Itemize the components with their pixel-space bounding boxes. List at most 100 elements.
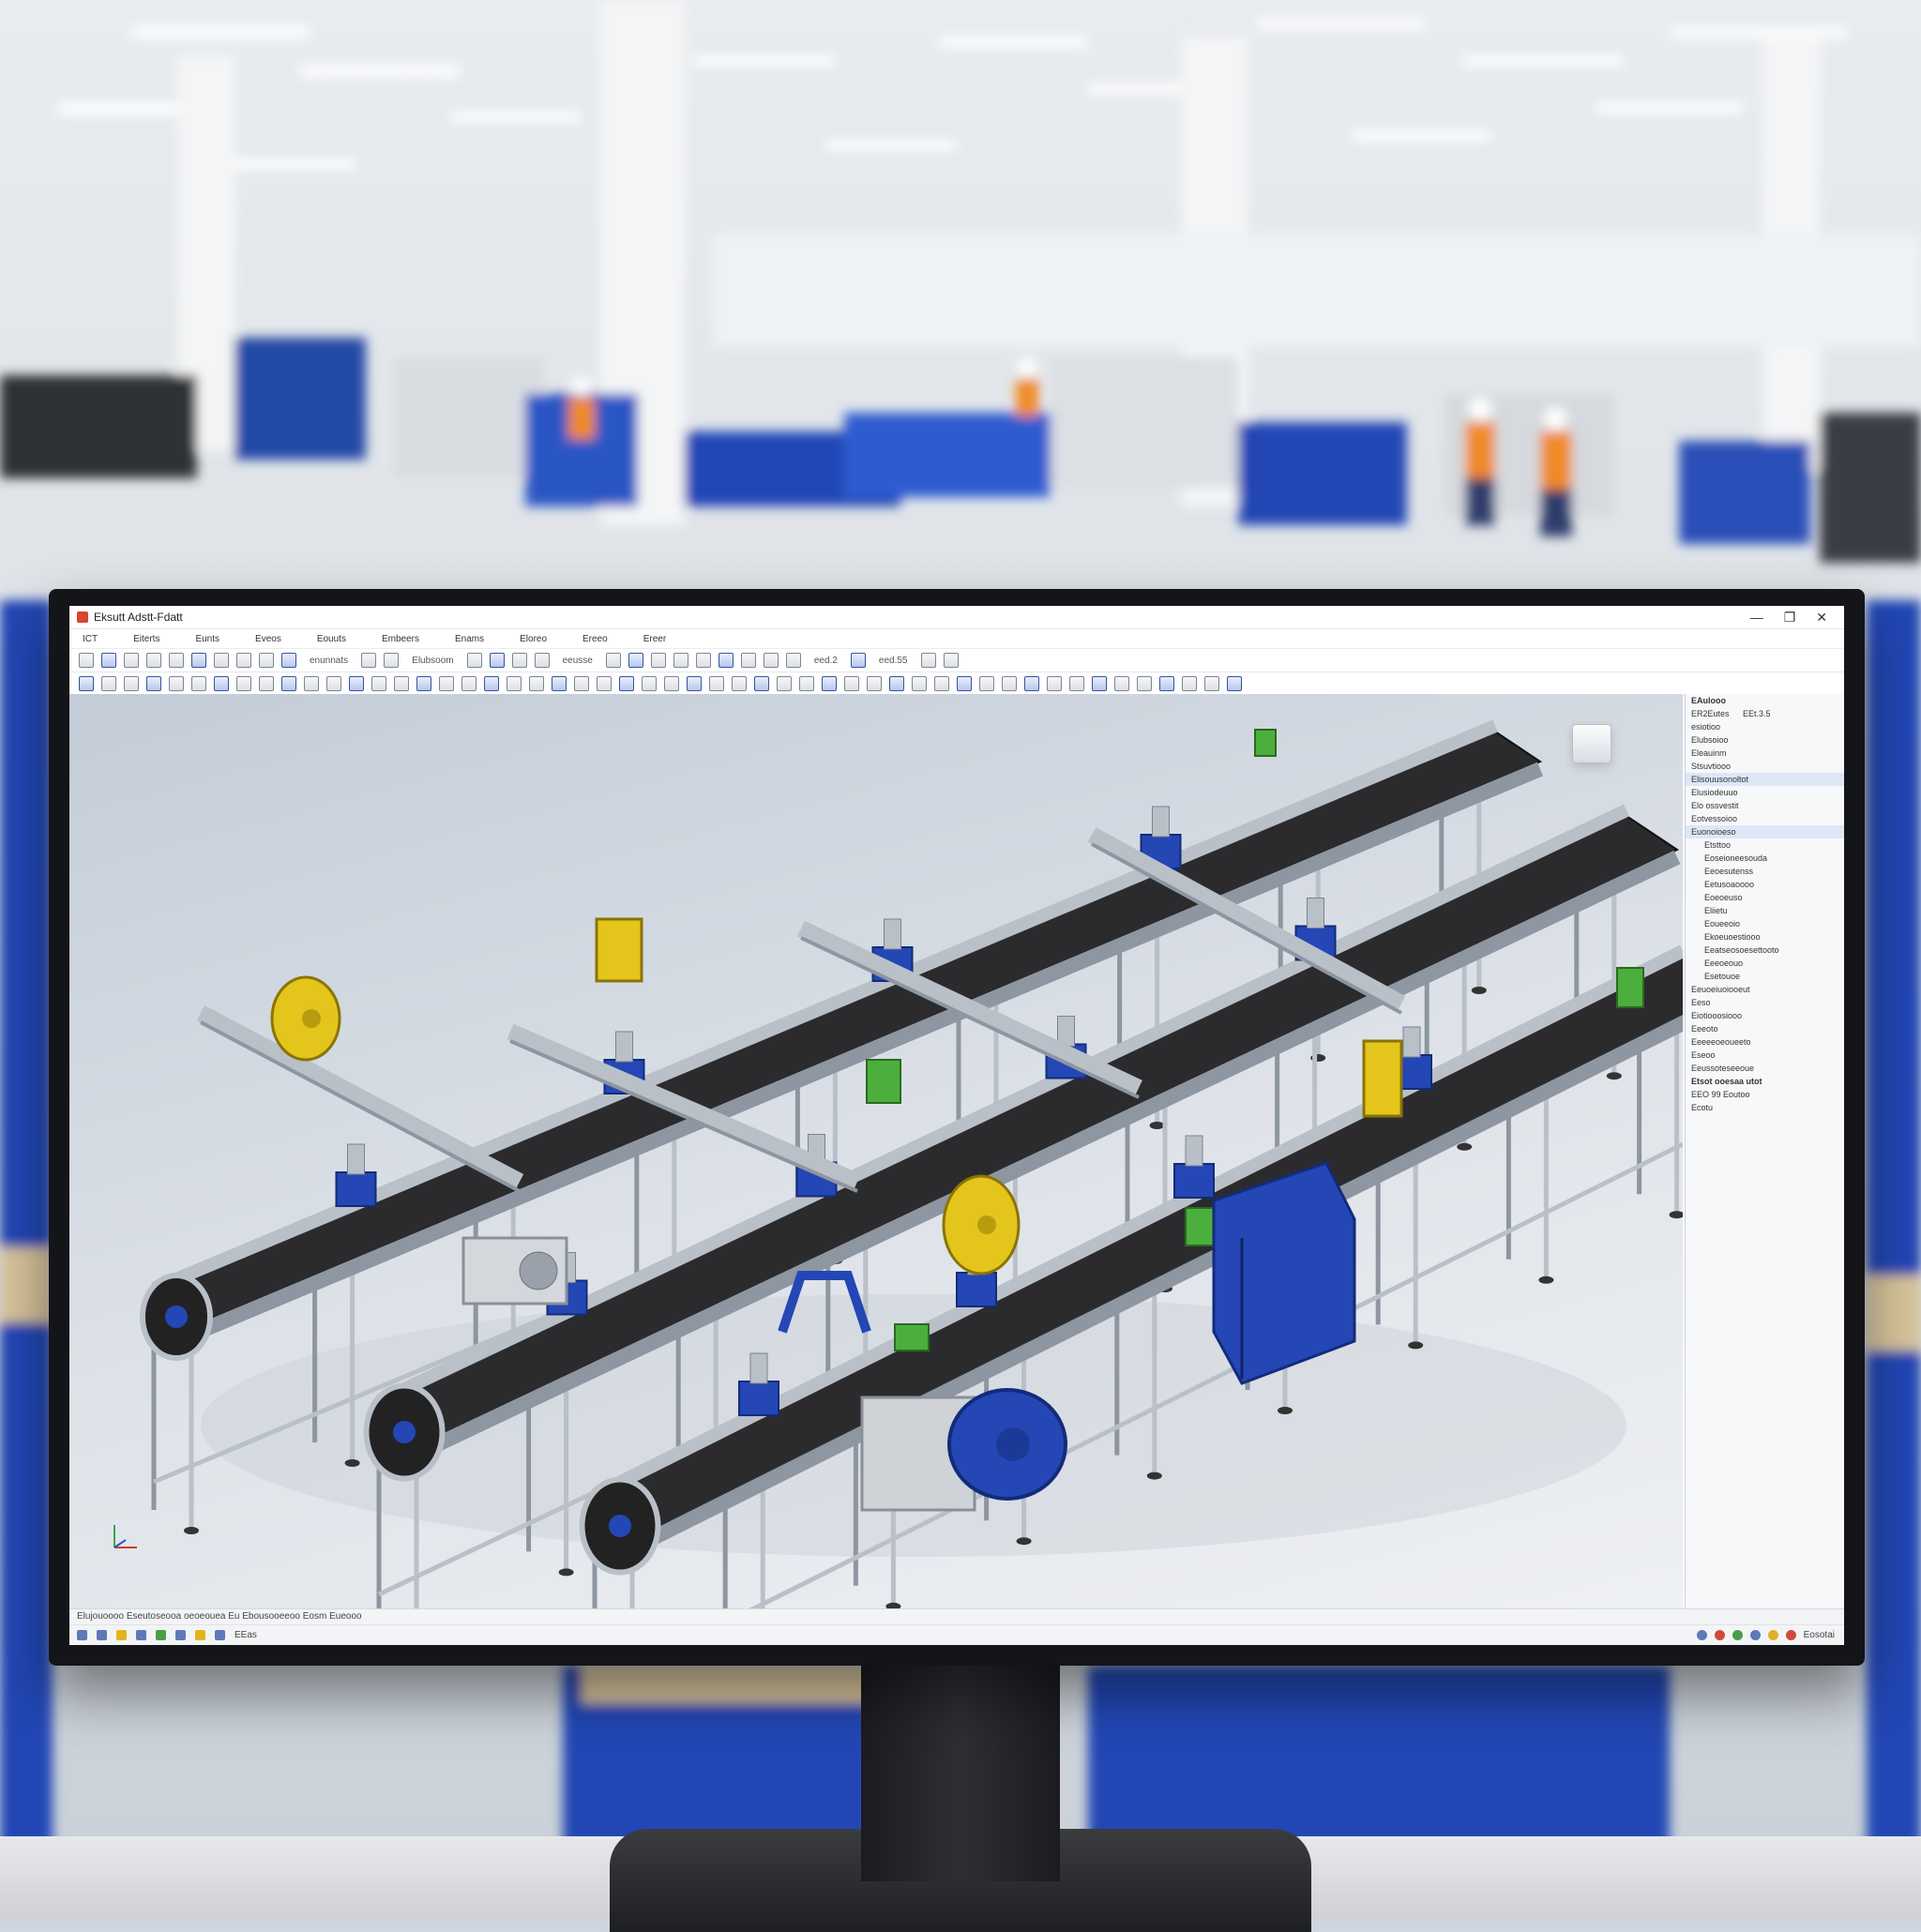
toolbar-button[interactable] bbox=[673, 653, 688, 668]
status-icon[interactable] bbox=[195, 1629, 205, 1640]
toolbar-button[interactable] bbox=[650, 653, 666, 668]
tree-item[interactable]: Eliietu bbox=[1686, 904, 1844, 917]
toolbar-button[interactable] bbox=[511, 653, 527, 668]
menu-item[interactable]: Ereer bbox=[643, 634, 666, 644]
toolbar-button[interactable] bbox=[822, 676, 837, 691]
toolbar-button[interactable] bbox=[754, 676, 769, 691]
toolbar-button[interactable] bbox=[740, 653, 756, 668]
toolbar-button[interactable] bbox=[597, 676, 612, 691]
menu-item[interactable]: Enams bbox=[455, 634, 484, 644]
toolbar-button[interactable] bbox=[281, 653, 296, 668]
toolbar-button[interactable] bbox=[191, 676, 206, 691]
menu-item[interactable]: Eiterts bbox=[133, 634, 159, 644]
toolbar-button[interactable] bbox=[1114, 676, 1129, 691]
toolbar-button[interactable] bbox=[146, 653, 161, 668]
toolbar-button[interactable] bbox=[191, 653, 206, 668]
toolbar-button[interactable] bbox=[304, 676, 319, 691]
toolbar-button[interactable] bbox=[534, 653, 550, 668]
tree-item[interactable]: Eeeoeouo bbox=[1686, 957, 1844, 970]
toolbar-button[interactable] bbox=[1159, 676, 1174, 691]
toolbar-button[interactable] bbox=[169, 653, 184, 668]
menu-item[interactable]: Embeers bbox=[382, 634, 419, 644]
tree-item[interactable]: Eeoesutenss bbox=[1686, 865, 1844, 878]
toolbar-button[interactable] bbox=[361, 653, 377, 668]
toolbar-button[interactable] bbox=[850, 653, 866, 668]
minimize-button[interactable]: — bbox=[1750, 610, 1763, 626]
toolbar-button[interactable] bbox=[934, 676, 949, 691]
status-right-icon[interactable] bbox=[1749, 1629, 1761, 1640]
toolbar-button[interactable] bbox=[101, 676, 116, 691]
conveyor-assembly-model[interactable] bbox=[69, 694, 1683, 1609]
toolbar-button[interactable] bbox=[439, 676, 454, 691]
toolbar-button[interactable] bbox=[777, 676, 792, 691]
status-icon[interactable] bbox=[77, 1629, 87, 1640]
status-icon[interactable] bbox=[97, 1629, 107, 1640]
maximize-button[interactable]: ❐ bbox=[1784, 610, 1796, 626]
toolbar-button[interactable] bbox=[1002, 676, 1017, 691]
tree-item[interactable]: Eseoo bbox=[1686, 1049, 1844, 1062]
toolbar-button[interactable] bbox=[507, 676, 522, 691]
toolbar-button[interactable] bbox=[574, 676, 589, 691]
toolbar-button[interactable] bbox=[529, 676, 544, 691]
tree-item[interactable]: Eotvessoioo bbox=[1686, 812, 1844, 825]
toolbar-button[interactable] bbox=[799, 676, 814, 691]
menu-item[interactable]: Eouuts bbox=[317, 634, 346, 644]
status-icon[interactable] bbox=[136, 1629, 146, 1640]
status-right-icon[interactable] bbox=[1714, 1629, 1725, 1640]
status-icon[interactable] bbox=[215, 1629, 225, 1640]
status-right-icon[interactable] bbox=[1785, 1629, 1796, 1640]
tree-item[interactable]: Etsttoo bbox=[1686, 838, 1844, 852]
status-right-icon[interactable] bbox=[1732, 1629, 1743, 1640]
toolbar-button[interactable] bbox=[79, 676, 94, 691]
toolbar-button[interactable] bbox=[889, 676, 904, 691]
status-right-icon[interactable] bbox=[1767, 1629, 1778, 1640]
toolbar-button[interactable] bbox=[124, 676, 139, 691]
3d-viewport[interactable] bbox=[69, 694, 1683, 1609]
toolbar-button[interactable] bbox=[1069, 676, 1084, 691]
tree-item[interactable]: Euonoioeso bbox=[1686, 825, 1844, 838]
toolbar-button[interactable] bbox=[394, 676, 409, 691]
toolbar-button[interactable] bbox=[79, 653, 94, 668]
toolbar-button[interactable] bbox=[1204, 676, 1219, 691]
close-button[interactable]: ✕ bbox=[1816, 610, 1827, 626]
toolbar-button[interactable] bbox=[664, 676, 679, 691]
toolbar-button[interactable] bbox=[124, 653, 139, 668]
toolbar-button[interactable] bbox=[236, 676, 251, 691]
toolbar-button[interactable] bbox=[384, 653, 400, 668]
toolbar-button[interactable] bbox=[281, 676, 296, 691]
toolbar-button[interactable] bbox=[416, 676, 431, 691]
menu-item[interactable]: ICT bbox=[83, 634, 98, 644]
toolbar-button[interactable] bbox=[1227, 676, 1242, 691]
toolbar-button[interactable] bbox=[146, 676, 161, 691]
tree-item[interactable]: esiotioo bbox=[1686, 720, 1844, 733]
toolbar-button[interactable] bbox=[484, 676, 499, 691]
menu-item[interactable]: Eveos bbox=[255, 634, 281, 644]
toolbar-button[interactable] bbox=[1092, 676, 1107, 691]
toolbar-button[interactable] bbox=[1182, 676, 1197, 691]
toolbar-button[interactable] bbox=[619, 676, 634, 691]
toolbar-button[interactable] bbox=[844, 676, 859, 691]
tree-item[interactable]: Eeso bbox=[1686, 996, 1844, 1009]
toolbar-button[interactable] bbox=[552, 676, 567, 691]
menu-item[interactable]: Eloreo bbox=[520, 634, 547, 644]
tree-item[interactable]: Eiotiooosiooo bbox=[1686, 1009, 1844, 1022]
tree-item[interactable]: Eoseioneesouda bbox=[1686, 852, 1844, 865]
toolbar-button[interactable] bbox=[957, 676, 972, 691]
tree-item[interactable]: Eoueeoio bbox=[1686, 917, 1844, 930]
tree-item[interactable]: Eeeoto bbox=[1686, 1022, 1844, 1035]
toolbar-button[interactable] bbox=[763, 653, 779, 668]
toolbar-button[interactable] bbox=[349, 676, 364, 691]
tree-item[interactable]: Elubsoioo bbox=[1686, 733, 1844, 747]
tree-item[interactable]: Elusiodeuuo bbox=[1686, 786, 1844, 799]
toolbar-button[interactable] bbox=[920, 653, 936, 668]
toolbar-button[interactable] bbox=[214, 653, 229, 668]
toolbar-button[interactable] bbox=[326, 676, 341, 691]
toolbar-button[interactable] bbox=[785, 653, 801, 668]
tree-item[interactable]: EEO 99 Eoutoo bbox=[1686, 1088, 1844, 1101]
status-icon[interactable] bbox=[156, 1629, 166, 1640]
tree-item[interactable]: Stsuvtiooo bbox=[1686, 760, 1844, 773]
status-right-icon[interactable] bbox=[1696, 1629, 1707, 1640]
toolbar-button[interactable] bbox=[687, 676, 702, 691]
toolbar-button[interactable] bbox=[1047, 676, 1062, 691]
status-icon[interactable] bbox=[175, 1629, 186, 1640]
